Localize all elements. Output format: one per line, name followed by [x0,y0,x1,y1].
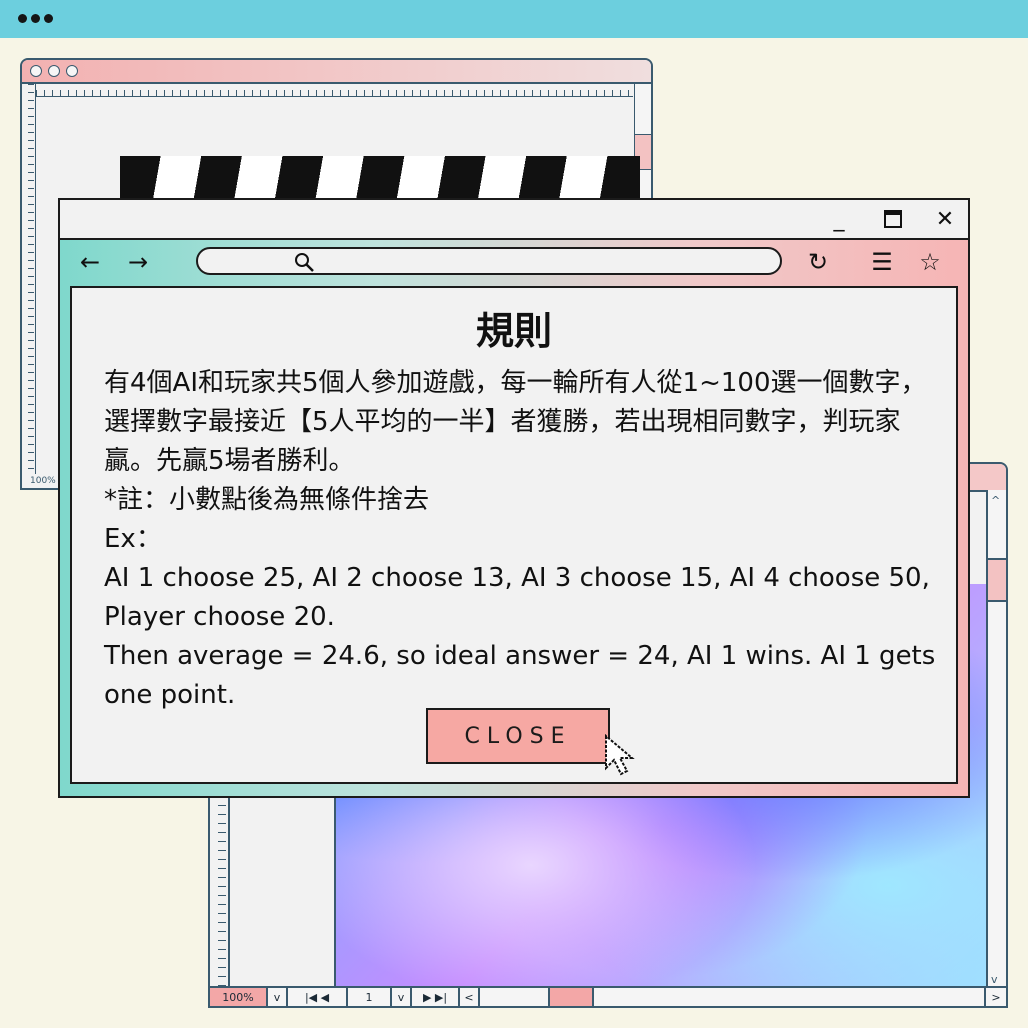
example-label: Ex： [104,524,162,554]
scroll-thumb[interactable] [988,558,1006,602]
search-icon [294,252,316,278]
horizontal-ruler [36,84,633,97]
pointer-cursor-icon [602,733,650,784]
horizontal-scroll-thumb[interactable] [550,988,594,1006]
scroll-up-icon[interactable]: ^ [991,494,1000,507]
page-number[interactable]: 1 [348,988,392,1006]
rules-paragraph: 有4個AI和玩家共5個人參加遊戲，每一輪所有人從1~100選一個數字，選擇數字最… [104,368,927,476]
rules-note: *註：小數點後為無條件捨去 [104,485,430,515]
page-nav-next-last[interactable]: ▶ ▶| [412,988,460,1006]
dialog-title: 規則 [475,309,552,353]
more-icon[interactable] [18,14,53,23]
star-icon[interactable]: ☆ [914,246,946,278]
back-arrow-icon[interactable]: ← [74,246,106,278]
window-dot-icon[interactable] [48,65,60,77]
address-bar[interactable] [196,247,782,275]
maximize-icon[interactable] [880,206,906,232]
browser-nav-bar: ← → ↻ ☰ ☆ [60,240,968,284]
example-choices: AI 1 choose 25, AI 2 choose 13, AI 3 cho… [104,563,930,632]
example-result: Then average = 24.6, so ideal answer = 2… [104,641,936,710]
minimize-icon[interactable]: _ [826,206,852,232]
rules-dialog-window: _ ✕ ← → ↻ ☰ ☆ 規則 有4個AI和玩家共5個人參加遊戲，每一輪所有人… [58,198,970,798]
zoom-level[interactable]: 100% [210,988,268,1006]
vertical-ruler [22,84,36,474]
close-button[interactable]: CLOSE [426,708,610,764]
back-window-titlebar [22,60,651,84]
top-bar [0,0,1028,38]
vertical-scrollbar[interactable]: ^ v [986,490,1006,988]
forward-arrow-icon[interactable]: → [122,246,154,278]
page-dropdown-icon[interactable]: v [392,988,412,1006]
menu-icon[interactable]: ☰ [866,246,898,278]
page-nav-first-prev[interactable]: |◀ ◀ [288,988,348,1006]
rules-text: 有4個AI和玩家共5個人參加遊戲，每一輪所有人從1~100選一個數字，選擇數字最… [104,364,942,715]
scroll-right-icon[interactable]: > [986,988,1006,1006]
close-window-icon[interactable]: ✕ [932,206,958,232]
scroll-down-icon[interactable]: v [991,973,998,986]
dialog-titlebar: _ ✕ [60,200,968,240]
zoom-dropdown-icon[interactable]: v [268,988,288,1006]
dialog-content: 規則 有4個AI和玩家共5個人參加遊戲，每一輪所有人從1~100選一個數字，選擇… [70,286,958,784]
reload-icon[interactable]: ↻ [802,246,834,278]
status-bar: 100% v |◀ ◀ 1 v ▶ ▶| < > [210,986,1006,1006]
window-dot-icon[interactable] [30,65,42,77]
scroll-left-icon[interactable]: < [460,988,480,1006]
window-dot-icon[interactable] [66,65,78,77]
